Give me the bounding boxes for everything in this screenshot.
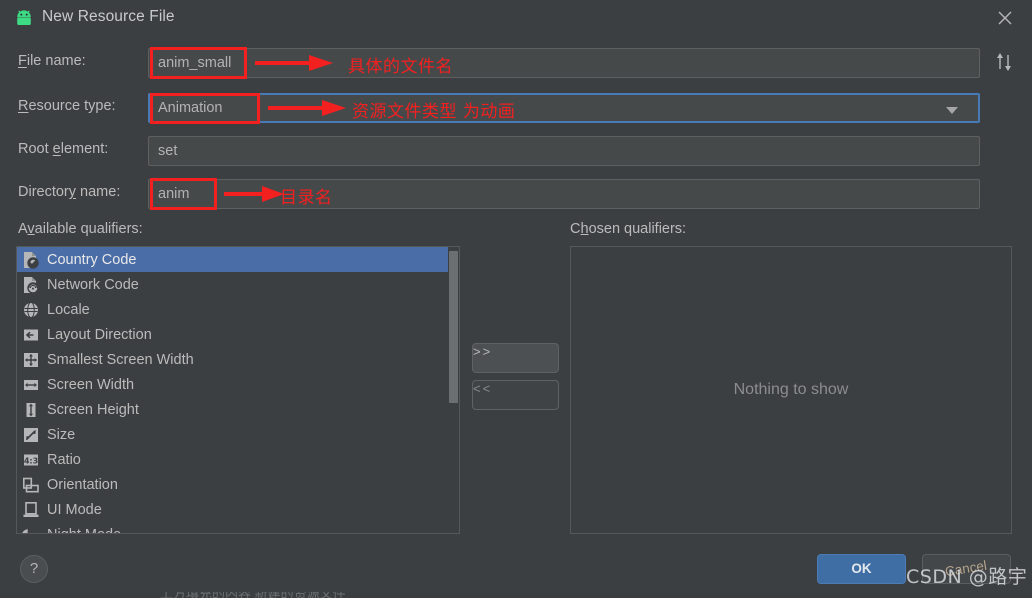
directory-name-label: Directory name: [18, 184, 120, 200]
file-name-label: File name: [18, 53, 86, 69]
root-element-input[interactable]: set [148, 136, 980, 166]
qualifier-list-item[interactable]: Country Code [17, 247, 459, 272]
qualifier-list-item-label: Locale [47, 302, 90, 318]
qualifier-list-item-label: Screen Width [47, 377, 134, 393]
ui-mode-icon [22, 501, 40, 519]
dialog-titlebar: New Resource File [0, 0, 1032, 37]
resource-type-label: Resource type: [18, 98, 116, 114]
qualifier-list-item[interactable]: UI Mode [17, 497, 459, 522]
close-icon[interactable] [996, 9, 1014, 27]
qualifier-list-item[interactable]: Network Code [17, 272, 459, 297]
globe-icon [22, 301, 40, 319]
root-element-label: Root element: [18, 141, 108, 157]
ok-button[interactable]: OK [817, 554, 906, 584]
qualifier-list-item[interactable]: Size [17, 422, 459, 447]
file-name-input[interactable]: anim_small [148, 48, 980, 78]
remove-qualifier-button[interactable]: << [472, 380, 559, 410]
qualifier-list-item[interactable]: Locale [17, 297, 459, 322]
form-row-resource-type: Resource type: Animation [0, 93, 1032, 123]
chosen-qualifiers-list[interactable]: Nothing to show [570, 246, 1012, 534]
qualifier-list-item[interactable]: Screen Width [17, 372, 459, 397]
qualifier-list-item[interactable]: Smallest Screen Width [17, 347, 459, 372]
qualifier-list-item-label: Orientation [47, 477, 118, 493]
qualifier-list-item-label: Screen Height [47, 402, 139, 418]
file-name-annotation: 具体的文件名 [348, 52, 453, 77]
qualifier-list-item[interactable]: Layout Direction [17, 322, 459, 347]
qualifier-list-item-label: Night Mode [47, 527, 121, 535]
available-qualifiers-label: Available qualifiers: [18, 221, 143, 237]
night-mode-icon [22, 526, 40, 535]
arrows-vertical-icon [22, 401, 40, 419]
qualifier-list-item-label: Ratio [47, 452, 81, 468]
diagonal-arrow-icon [22, 426, 40, 444]
sort-up-down-icon[interactable] [993, 52, 1015, 72]
dialog-title: New Resource File [42, 8, 175, 26]
qualifier-list-item-label: Size [47, 427, 75, 443]
form-row-file-name: File name: anim_small [0, 48, 1032, 78]
form-row-root-element: Root element: set [0, 136, 1032, 166]
qualifier-list-item-label: Smallest Screen Width [47, 352, 194, 368]
cancel-button-label: Cancel [944, 552, 990, 586]
orientation-icon [22, 476, 40, 494]
directory-name-annotation: 目录名 [280, 183, 333, 208]
chevron-down-icon[interactable] [946, 107, 958, 114]
empty-state-text: Nothing to show [734, 381, 849, 399]
qualifier-list-item[interactable]: Night Mode [17, 522, 459, 534]
resource-type-annotation: 资源文件类型 为动画 [352, 97, 515, 122]
add-qualifier-button[interactable]: >> [472, 343, 559, 373]
qualifier-list-item-label: Layout Direction [47, 327, 152, 343]
scrollbar-thumb[interactable] [449, 251, 458, 403]
network-code-icon [22, 276, 40, 294]
form-row-directory-name: Directory name: anim [0, 179, 1032, 209]
help-button[interactable]: ? [20, 555, 48, 583]
directory-name-input[interactable]: anim [148, 179, 980, 209]
qualifier-list-item-label: UI Mode [47, 502, 102, 518]
resource-type-value: Animation [158, 100, 222, 116]
country-code-icon [22, 251, 40, 269]
qualifier-list-item-label: Country Code [47, 252, 136, 268]
four-way-arrows-icon [22, 351, 40, 369]
bottom-cutoff-strip: 上方填充的内容 新建的资源文件 [0, 592, 1032, 598]
chosen-qualifiers-label: Chosen qualifiers: [570, 221, 686, 237]
qualifier-list-item-label: Network Code [47, 277, 139, 293]
available-list-scrollbar[interactable] [448, 247, 459, 533]
arrows-horizontal-icon [22, 376, 40, 394]
cancel-button[interactable]: Cancel [922, 554, 1011, 584]
qualifier-list-item[interactable]: 4:3 Ratio [17, 447, 459, 472]
qualifier-list-item[interactable]: Orientation [17, 472, 459, 497]
bottom-cutoff-text: 上方填充的内容 新建的资源文件 [160, 592, 346, 598]
ratio-icon: 4:3 [22, 451, 40, 469]
svg-text:4:3: 4:3 [24, 456, 38, 465]
android-robot-icon [14, 10, 34, 26]
new-resource-file-dialog: New Resource File File name: anim_small … [0, 0, 1032, 598]
available-qualifiers-list[interactable]: Country Code Network Code Locale Layout Dir… [16, 246, 460, 534]
qualifier-list-item[interactable]: Screen Height [17, 397, 459, 422]
resource-type-combobox[interactable]: Animation [148, 93, 980, 123]
arrow-left-icon [22, 326, 40, 344]
